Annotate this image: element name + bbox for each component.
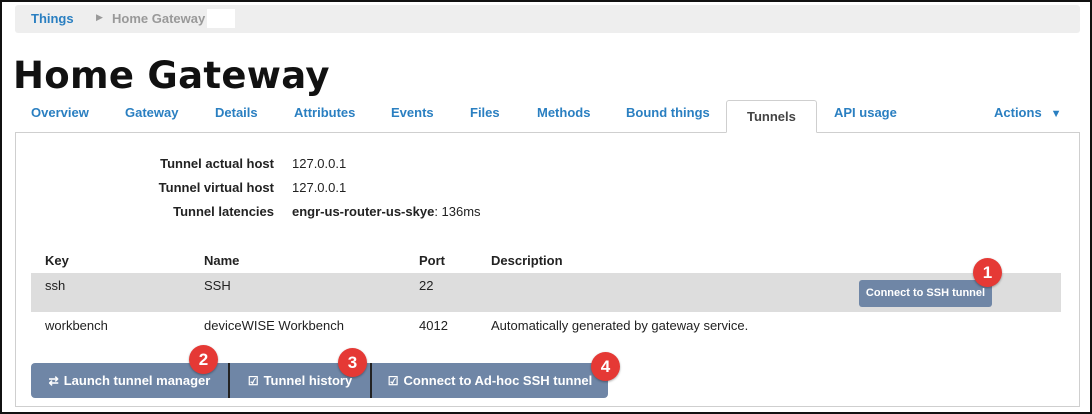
breadcrumb-current: Home Gateway xyxy=(112,11,206,26)
actions-menu-label: Actions xyxy=(994,105,1042,120)
connect-adhoc-ssh-tunnel-button[interactable]: ☑ Connect to Ad-hoc SSH tunnel xyxy=(372,363,608,398)
column-header-key: Key xyxy=(45,253,69,268)
callout-marker-3: 3 xyxy=(338,348,367,377)
virtual-host-value: 127.0.0.1 xyxy=(292,180,347,195)
tab-methods[interactable]: Methods xyxy=(537,105,590,120)
virtual-host-row: Tunnel virtual host xyxy=(74,180,274,198)
tab-events[interactable]: Events xyxy=(391,105,434,120)
window-frame: Things ▶ Home Gateway Home Gateway Overv… xyxy=(0,0,1092,414)
tab-attributes[interactable]: Attributes xyxy=(294,105,355,120)
callout-marker-2: 2 xyxy=(189,345,218,374)
breadcrumb-things-link[interactable]: Things xyxy=(31,11,74,26)
cell-port: 4012 xyxy=(419,318,448,333)
latencies-value: engr-us-router-us-skye: 136ms xyxy=(292,204,481,219)
column-header-port: Port xyxy=(419,253,445,268)
cell-port: 22 xyxy=(419,278,434,293)
connect-ssh-tunnel-button[interactable]: Connect to SSH tunnel xyxy=(859,280,992,307)
cell-key: ssh xyxy=(45,278,66,293)
tunnel-history-label: Tunnel history xyxy=(263,373,353,388)
latencies-label: Tunnel latencies xyxy=(173,204,274,219)
tab-api-usage[interactable]: API usage xyxy=(834,105,897,120)
breadcrumb-redaction xyxy=(207,9,235,28)
breadcrumb: Things ▶ Home Gateway xyxy=(15,5,1080,33)
actual-host-value: 127.0.0.1 xyxy=(292,156,347,171)
caret-down-icon: ▼ xyxy=(1050,108,1062,120)
table-row: workbench deviceWISE Workbench 4012 Auto… xyxy=(31,312,1061,340)
column-header-description: Description xyxy=(491,253,563,268)
callout-marker-4: 4 xyxy=(591,352,620,381)
cell-key: workbench xyxy=(45,318,108,333)
table-header-row: Key Name Port Description xyxy=(31,249,1061,273)
checkbox-icon: ☑ xyxy=(387,374,399,388)
tab-overview[interactable]: Overview xyxy=(31,105,89,120)
tab-tunnels[interactable]: Tunnels xyxy=(726,100,817,133)
connect-adhoc-ssh-tunnel-label: Connect to Ad-hoc SSH tunnel xyxy=(403,373,593,388)
exchange-arrows-icon: ⇄ xyxy=(48,374,59,388)
tab-details[interactable]: Details xyxy=(215,105,258,120)
table-row: ssh SSH 22 Connect to SSH tunnel xyxy=(31,273,1061,312)
callout-marker-1: 1 xyxy=(973,258,1002,287)
tab-files[interactable]: Files xyxy=(470,105,500,120)
checkbox-icon: ☑ xyxy=(247,374,259,388)
breadcrumb-separator-icon: ▶ xyxy=(96,12,103,22)
tab-bar: Overview Gateway Details Attributes Even… xyxy=(15,100,1080,133)
actual-host-label: Tunnel actual host xyxy=(160,156,274,171)
cell-name: SSH xyxy=(204,278,231,293)
actions-menu[interactable]: Actions ▼ xyxy=(994,105,1062,120)
virtual-host-label: Tunnel virtual host xyxy=(158,180,274,195)
tab-gateway[interactable]: Gateway xyxy=(125,105,178,120)
tab-bound-things[interactable]: Bound things xyxy=(626,105,710,120)
latencies-host: engr-us-router-us-skye xyxy=(292,204,435,219)
actual-host-row: Tunnel actual host xyxy=(74,156,274,174)
launch-tunnel-manager-label: Launch tunnel manager xyxy=(63,373,211,388)
column-header-name: Name xyxy=(204,253,240,268)
cell-name: deviceWISE Workbench xyxy=(204,318,344,333)
latencies-ms: : 136ms xyxy=(434,204,481,219)
cell-description: Automatically generated by gateway servi… xyxy=(491,318,749,333)
page-title: Home Gateway xyxy=(13,54,330,97)
latencies-row: Tunnel latencies xyxy=(74,204,274,222)
